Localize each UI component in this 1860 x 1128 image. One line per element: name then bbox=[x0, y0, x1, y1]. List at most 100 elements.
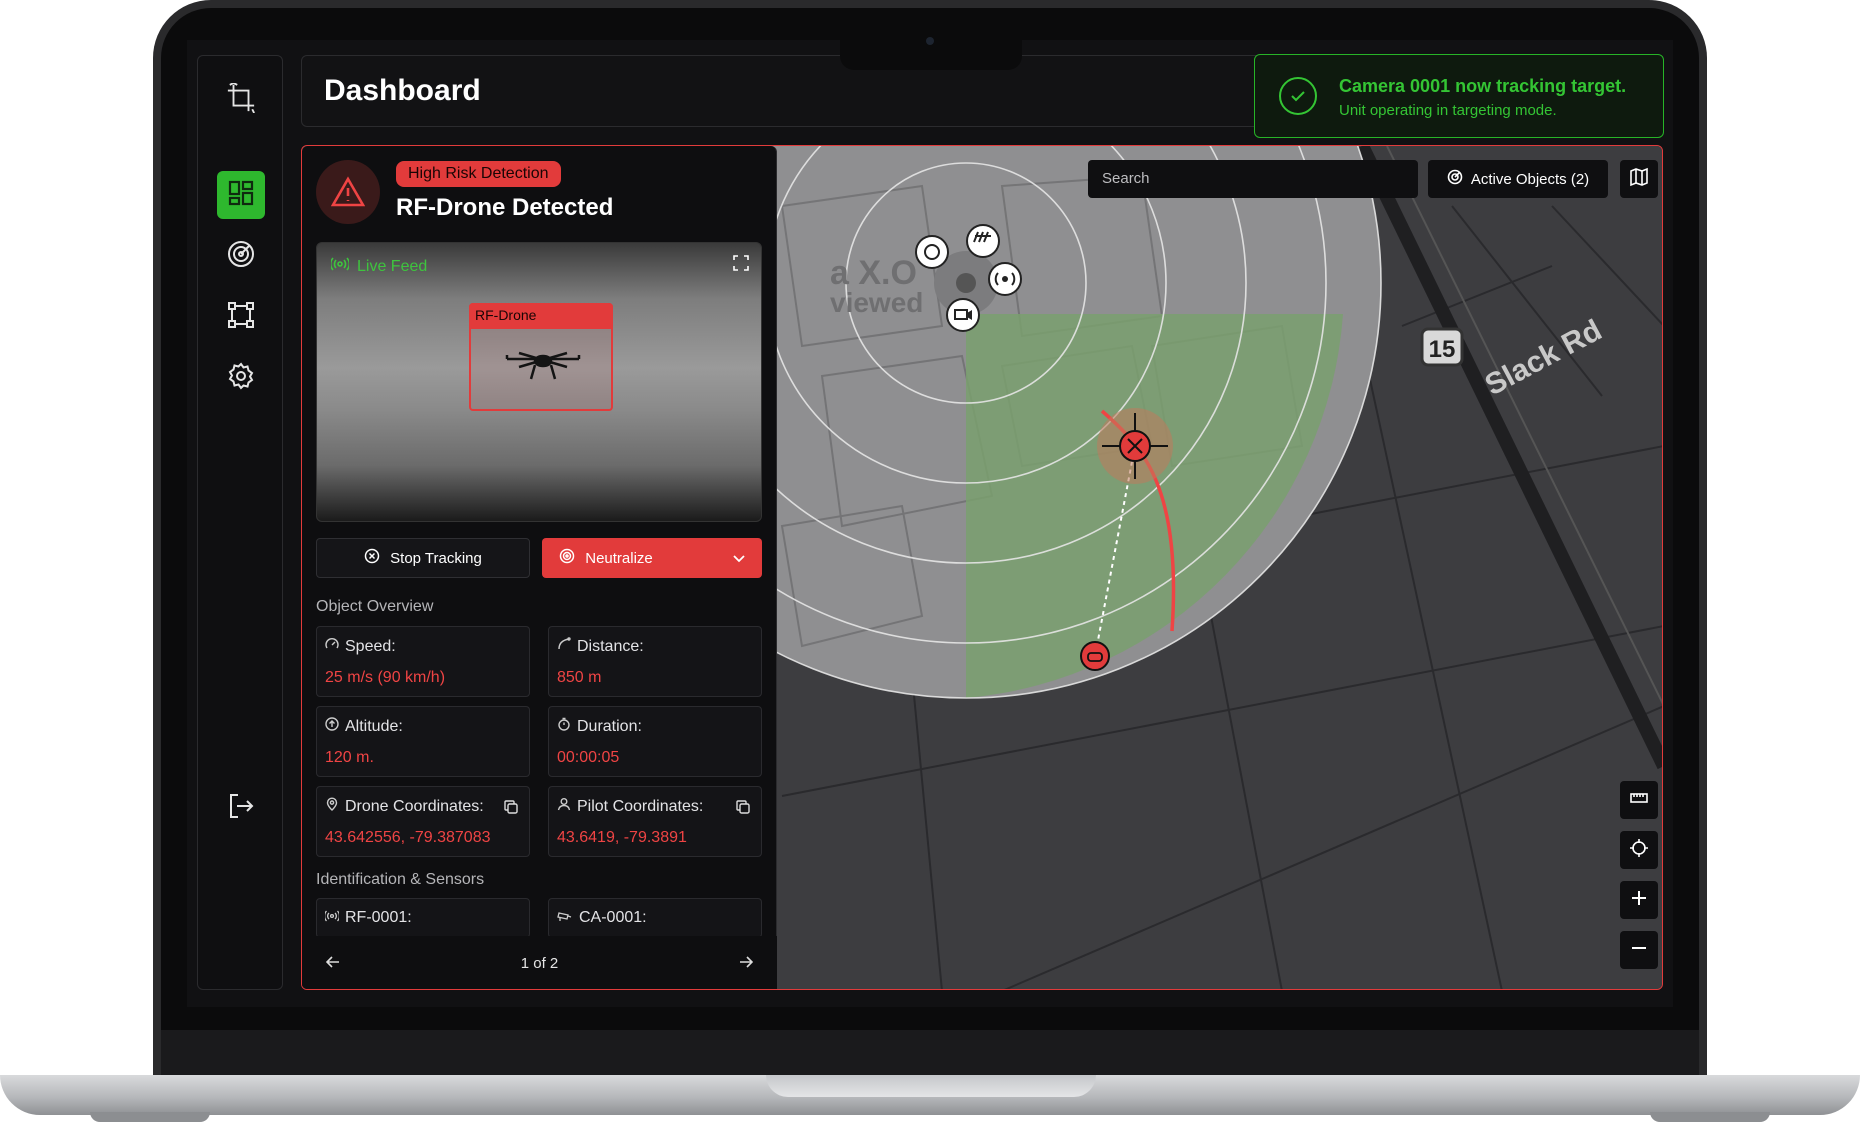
laptop-foot bbox=[1650, 1112, 1770, 1122]
camera-sensor-icon[interactable] bbox=[946, 298, 980, 332]
broadcast-icon bbox=[329, 257, 351, 276]
user-pin-icon bbox=[557, 797, 571, 816]
stat-altitude: Altitude: 120 m. bbox=[316, 706, 530, 777]
crosshair-icon bbox=[1629, 838, 1649, 863]
active-objects-label: Active Objects (2) bbox=[1470, 170, 1590, 188]
pilot-coords-value: 43.6419, -79.3891 bbox=[557, 829, 687, 846]
detection-title: RF-Drone Detected bbox=[396, 194, 614, 221]
chevron-down-icon[interactable] bbox=[733, 550, 745, 567]
sidebar-item-zones[interactable] bbox=[217, 293, 265, 341]
stat-speed-label: Speed: bbox=[325, 637, 396, 656]
map-faded-label: viewed bbox=[830, 287, 923, 318]
altitude-label-text: Altitude: bbox=[345, 717, 403, 735]
live-feed[interactable]: Live Feed RF-Drone bbox=[316, 242, 762, 522]
sensor-rf[interactable]: RF-0001: bbox=[316, 898, 530, 938]
stat-distance-label: Distance: bbox=[557, 637, 644, 656]
stat-drone-coordinates: Drone Coordinates: 43.642556, -79.387083 bbox=[316, 786, 530, 857]
live-feed-text: Live Feed bbox=[357, 257, 428, 275]
copy-icon[interactable] bbox=[735, 799, 751, 820]
antenna-sensor-icon[interactable] bbox=[966, 224, 1000, 258]
pilot-coords-label-text: Pilot Coordinates: bbox=[577, 797, 704, 815]
recenter-button[interactable] bbox=[1620, 831, 1658, 869]
logo-crop-icon[interactable] bbox=[215, 72, 267, 124]
sidebar-item-dashboard[interactable] bbox=[217, 171, 265, 219]
pilot-marker[interactable] bbox=[1080, 641, 1110, 671]
stat-pilot-coords-label: Pilot Coordinates: bbox=[557, 797, 703, 816]
stop-tracking-button[interactable]: Stop Tracking bbox=[316, 538, 530, 578]
radar-icon bbox=[226, 239, 256, 274]
close-circle-icon bbox=[364, 548, 380, 568]
drone-target-marker[interactable] bbox=[1097, 408, 1173, 484]
rf-signal-icon bbox=[324, 909, 340, 927]
zoom-in-button[interactable] bbox=[1620, 881, 1658, 919]
page-title: Dashboard bbox=[324, 74, 481, 107]
screen: Dashboard Camera 0001 now tracking targe… bbox=[187, 40, 1673, 1007]
check-circle-icon bbox=[1279, 77, 1317, 115]
stat-duration-label: Duration: bbox=[557, 717, 642, 736]
laptop-foot bbox=[90, 1112, 210, 1122]
sensor-camera[interactable]: CA-0001: bbox=[548, 898, 762, 938]
drone-silhouette bbox=[505, 351, 581, 380]
map-pin-icon bbox=[325, 797, 339, 816]
dashboard-grid-icon bbox=[226, 178, 256, 213]
cctv-icon bbox=[557, 909, 573, 927]
logout-button[interactable] bbox=[217, 784, 265, 832]
sensor-rf-text: RF-0001: bbox=[345, 909, 412, 926]
stat-speed: Speed: 25 m/s (90 km/h) bbox=[316, 626, 530, 697]
speed-value: 25 m/s (90 km/h) bbox=[325, 669, 446, 686]
sidebar-item-radar[interactable] bbox=[217, 232, 265, 280]
target-label: RF-Drone bbox=[469, 303, 613, 329]
toast-subtitle: Unit operating in targeting mode. bbox=[1339, 102, 1557, 119]
map-layers-button[interactable] bbox=[1620, 160, 1658, 198]
laptop-hinge bbox=[161, 1030, 1699, 1075]
sensor-camera-text: CA-0001: bbox=[579, 909, 647, 926]
arrow-left-icon[interactable] bbox=[325, 955, 340, 972]
laptop-base-notch bbox=[766, 1075, 1096, 1097]
stat-drone-coords-label: Drone Coordinates: bbox=[325, 797, 484, 816]
rf-sensor-icon[interactable] bbox=[988, 262, 1022, 296]
target-icon bbox=[559, 548, 575, 568]
expand-icon[interactable] bbox=[733, 255, 749, 276]
minus-icon bbox=[1629, 938, 1649, 963]
arrow-right-icon[interactable] bbox=[739, 955, 754, 972]
detection-panel: High Risk Detection RF-Drone Detected Li… bbox=[302, 146, 777, 989]
speed-label-text: Speed: bbox=[345, 637, 396, 655]
stat-duration: Duration: 00:00:05 bbox=[548, 706, 762, 777]
sensor-rf-label: RF-0001: bbox=[324, 909, 412, 927]
route-icon bbox=[557, 637, 571, 656]
warning-icon bbox=[316, 160, 380, 224]
risk-badge: High Risk Detection bbox=[396, 161, 561, 187]
stat-altitude-label: Altitude: bbox=[325, 717, 403, 736]
radar-sensor-icon[interactable] bbox=[915, 235, 949, 269]
sidebar bbox=[197, 55, 283, 990]
sensor-camera-label: CA-0001: bbox=[557, 909, 647, 927]
target-bounding-box[interactable]: RF-Drone bbox=[469, 303, 613, 411]
stopwatch-icon bbox=[557, 717, 571, 736]
ruler-icon bbox=[1629, 788, 1649, 813]
altitude-value: 120 m. bbox=[325, 749, 374, 766]
section-identification-sensors: Identification & Sensors bbox=[316, 871, 485, 888]
copy-icon[interactable] bbox=[503, 799, 519, 820]
section-object-overview: Object Overview bbox=[316, 598, 434, 615]
distance-label-text: Distance: bbox=[577, 637, 644, 655]
drone-coords-value: 43.642556, -79.387083 bbox=[325, 829, 491, 846]
neutralize-button[interactable]: Neutralize bbox=[542, 538, 762, 578]
neutralize-label: Neutralize bbox=[585, 549, 653, 567]
plus-icon bbox=[1629, 888, 1649, 913]
live-feed-label: Live Feed bbox=[329, 257, 428, 276]
speedometer-icon bbox=[325, 637, 339, 656]
gear-icon bbox=[226, 361, 256, 396]
duration-label-text: Duration: bbox=[577, 717, 642, 735]
radar-icon bbox=[1447, 169, 1463, 189]
map-search-input[interactable]: Search bbox=[1088, 160, 1418, 198]
logout-icon bbox=[226, 791, 256, 826]
map-icon bbox=[1629, 167, 1649, 192]
tracking-toast[interactable]: Camera 0001 now tracking target. Unit op… bbox=[1254, 54, 1664, 138]
active-objects-button[interactable]: Active Objects (2) bbox=[1428, 160, 1608, 198]
zoom-out-button[interactable] bbox=[1620, 931, 1658, 969]
measure-button[interactable] bbox=[1620, 781, 1658, 819]
pagination: 1 of 2 bbox=[302, 936, 777, 989]
sidebar-item-settings[interactable] bbox=[217, 354, 265, 402]
distance-value: 850 m bbox=[557, 669, 602, 686]
stat-pilot-coordinates: Pilot Coordinates: 43.6419, -79.3891 bbox=[548, 786, 762, 857]
